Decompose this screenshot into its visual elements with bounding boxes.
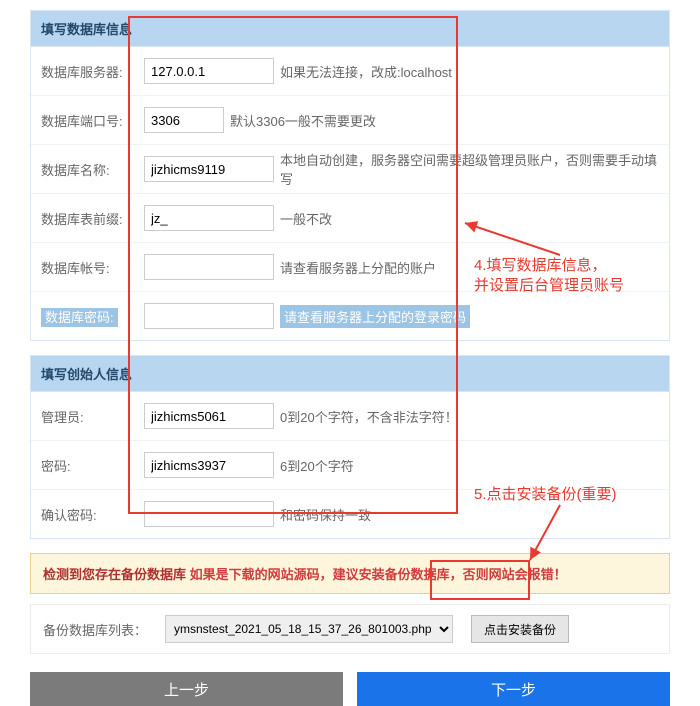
hint-admin: 0到20个字符，不含非法字符！ [280, 407, 458, 426]
hint-password: 6到20个字符 [280, 456, 354, 475]
label-db-port: 数据库端口号: [31, 111, 144, 130]
hint-db-name: 本地自动创建，服务器空间需要超级管理员账户，否则需要手动填写 [280, 150, 661, 188]
hint-confirm-password: 和密码保持一致 [280, 505, 371, 524]
input-db-prefix[interactable] [144, 205, 274, 231]
input-db-account[interactable] [144, 254, 274, 280]
input-admin[interactable] [144, 403, 274, 429]
backup-row: 备份数据库列表： ymsnstest_2021_05_18_15_37_26_8… [30, 604, 670, 654]
label-admin: 管理员: [31, 407, 144, 426]
founder-info-panel: 填写创始人信息 管理员: 0到20个字符，不含非法字符！ 密码: 6到20个字符… [30, 355, 670, 539]
row-db-password: 数据库密码: 请查看服务器上分配的登录密码 [31, 292, 669, 340]
hint-db-password: 请查看服务器上分配的登录密码 [280, 305, 470, 328]
hint-db-prefix: 一般不改 [280, 209, 332, 228]
row-db-port: 数据库端口号: 默认3306一般不需要更改 [31, 96, 669, 145]
label-db-prefix: 数据库表前缀: [31, 209, 144, 228]
input-confirm-password[interactable] [144, 501, 274, 527]
label-db-account: 数据库帐号: [31, 258, 144, 277]
label-db-password: 数据库密码: [31, 307, 144, 326]
alert-red: 如果是下载的网站源码，建议安装备份数据库，否则网站会报错！ [190, 567, 567, 582]
nav-buttons: 上一步 下一步 [30, 672, 670, 706]
label-password: 密码: [31, 456, 144, 475]
label-confirm-password: 确认密码: [31, 505, 144, 524]
row-db-account: 数据库帐号: 请查看服务器上分配的账户 [31, 243, 669, 292]
hint-db-account: 请查看服务器上分配的账户 [280, 258, 436, 277]
alert-lead: 检测到您存在备份数据库 [43, 567, 190, 582]
row-confirm-password: 确认密码: 和密码保持一致 [31, 490, 669, 538]
input-db-server[interactable] [144, 58, 274, 84]
input-password[interactable] [144, 452, 274, 478]
row-password: 密码: 6到20个字符 [31, 441, 669, 490]
backup-select[interactable]: ymsnstest_2021_05_18_15_37_26_801003.php [165, 615, 453, 643]
row-admin: 管理员: 0到20个字符，不含非法字符！ [31, 392, 669, 441]
backup-alert: 检测到您存在备份数据库 如果是下载的网站源码，建议安装备份数据库，否则网站会报错… [30, 553, 670, 594]
label-db-name: 数据库名称: [31, 160, 144, 179]
row-db-server: 数据库服务器: 如果无法连接，改成:localhost [31, 47, 669, 96]
db-info-panel: 填写数据库信息 数据库服务器: 如果无法连接，改成:localhost 数据库端… [30, 10, 670, 341]
db-info-title: 填写数据库信息 [31, 11, 669, 47]
hint-db-server: 如果无法连接，改成:localhost [280, 62, 452, 81]
row-db-name: 数据库名称: 本地自动创建，服务器空间需要超级管理员账户，否则需要手动填写 [31, 145, 669, 194]
founder-info-title: 填写创始人信息 [31, 356, 669, 392]
install-backup-button[interactable]: 点击安装备份 [471, 615, 569, 643]
hint-db-port: 默认3306一般不需要更改 [230, 111, 376, 130]
label-db-server: 数据库服务器: [31, 62, 144, 81]
row-db-prefix: 数据库表前缀: 一般不改 [31, 194, 669, 243]
input-db-name[interactable] [144, 156, 274, 182]
input-db-password[interactable] [144, 303, 274, 329]
prev-button[interactable]: 上一步 [30, 672, 343, 706]
next-button[interactable]: 下一步 [357, 672, 670, 706]
input-db-port[interactable] [144, 107, 224, 133]
backup-label: 备份数据库列表： [43, 620, 147, 639]
